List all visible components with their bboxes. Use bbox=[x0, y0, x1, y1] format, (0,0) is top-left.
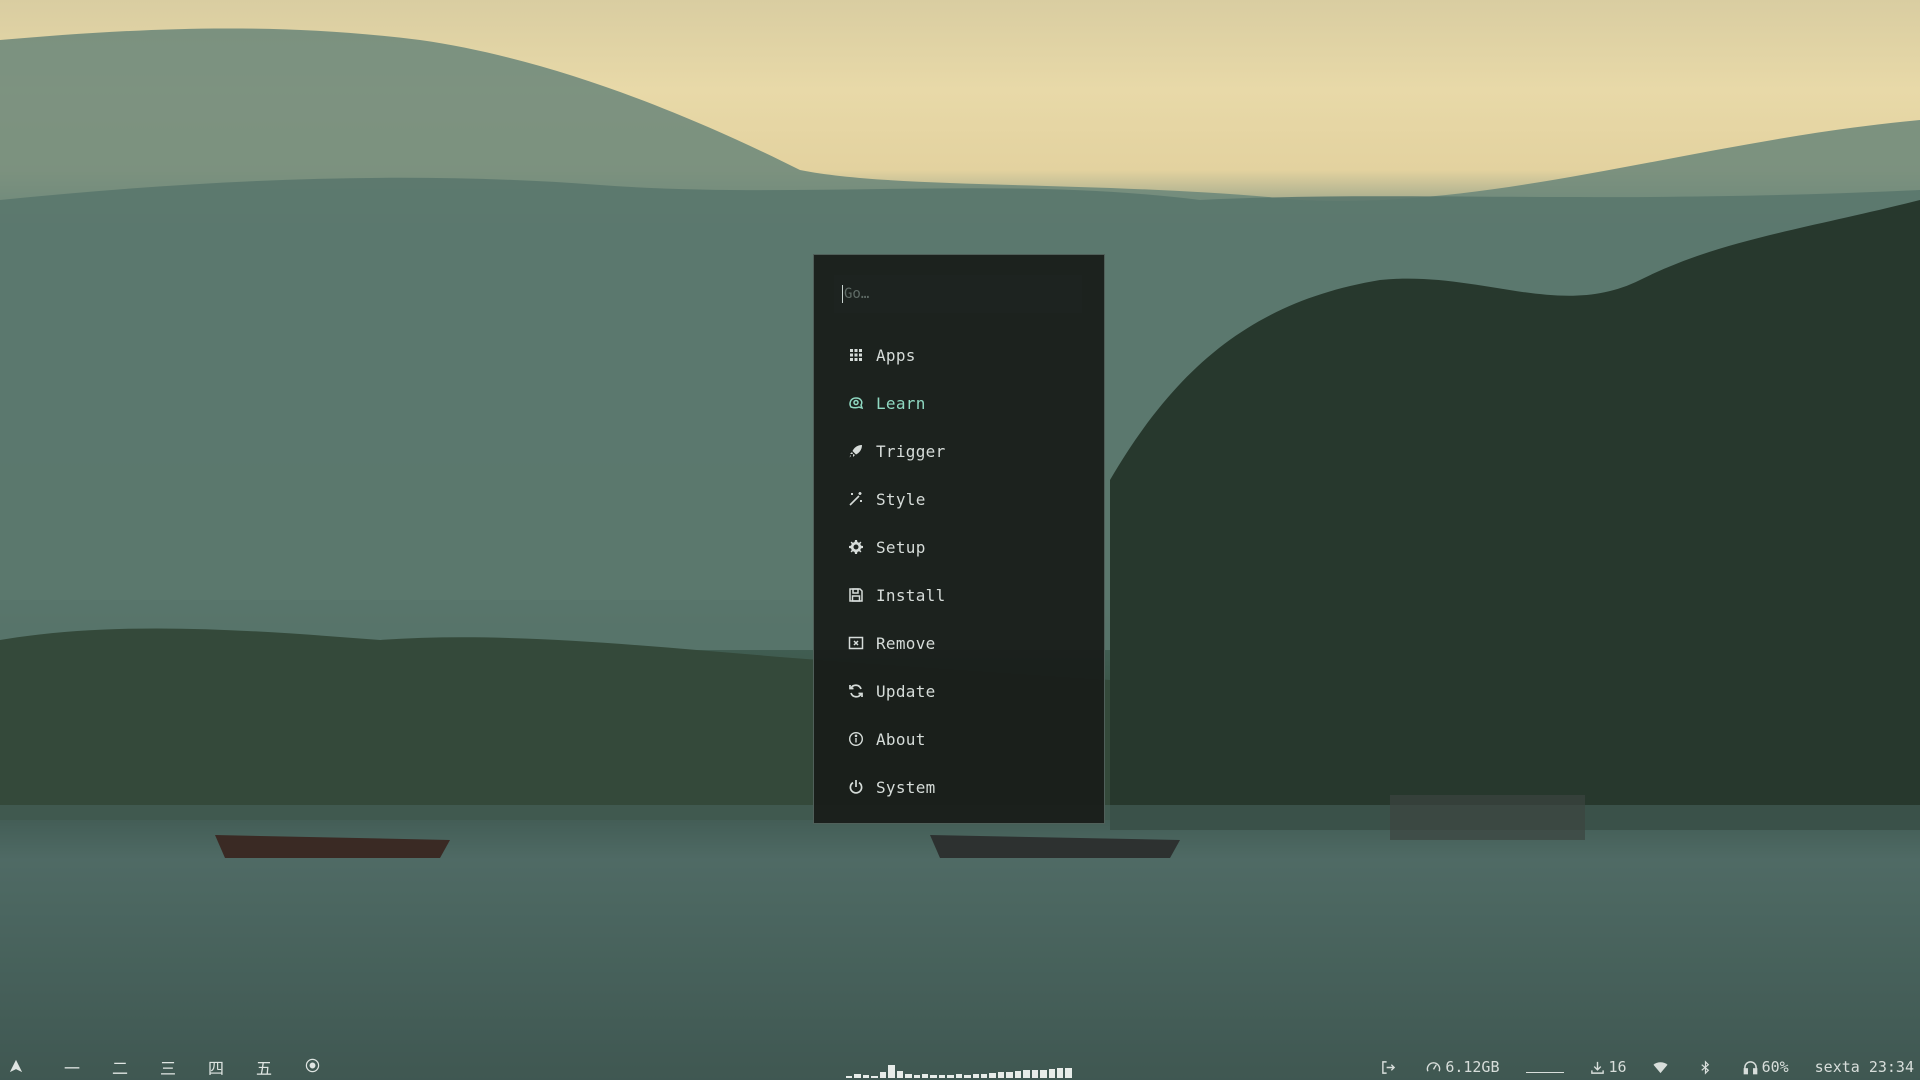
visualizer-bar bbox=[930, 1075, 937, 1078]
visualizer-bar bbox=[905, 1074, 912, 1078]
rocket-icon bbox=[847, 442, 865, 460]
menu-item-label: About bbox=[876, 729, 926, 749]
downloads-count: 16 bbox=[1608, 1058, 1627, 1076]
magic-wand-icon bbox=[847, 490, 865, 508]
visualizer-bar bbox=[854, 1074, 861, 1078]
menu-item-setup[interactable]: Setup bbox=[834, 523, 1084, 571]
grid-icon bbox=[847, 346, 865, 364]
visualizer-bar bbox=[846, 1076, 853, 1078]
search-box[interactable] bbox=[834, 275, 1082, 313]
workspace-5[interactable]: 五 bbox=[240, 1055, 288, 1079]
download-icon bbox=[1590, 1061, 1604, 1074]
menu-item-style[interactable]: Style bbox=[834, 475, 1084, 523]
clock[interactable]: sexta 23:34 bbox=[1815, 1058, 1914, 1076]
workspace-2[interactable]: 二 bbox=[96, 1055, 144, 1079]
menu-item-label: Remove bbox=[876, 633, 936, 653]
bluetooth-indicator[interactable] bbox=[1698, 1059, 1717, 1075]
menu-item-learn[interactable]: Learn bbox=[834, 379, 1084, 427]
refresh-icon bbox=[847, 682, 865, 700]
visualizer-bar bbox=[1056, 1068, 1064, 1078]
workspace-1[interactable]: 一 bbox=[48, 1055, 96, 1079]
remove-box-icon bbox=[847, 634, 865, 652]
audio-visualizer bbox=[846, 1064, 1072, 1078]
launcher-menu: Apps Learn Trigger Style Setup bbox=[813, 254, 1105, 824]
menu-item-label: Apps bbox=[876, 345, 916, 365]
visualizer-bar bbox=[896, 1071, 904, 1078]
visualizer-bar bbox=[989, 1073, 996, 1078]
workspace-3[interactable]: 三 bbox=[144, 1055, 192, 1079]
menu-item-remove[interactable]: Remove bbox=[834, 619, 1084, 667]
menu-item-install[interactable]: Install bbox=[834, 571, 1084, 619]
menu-item-label: System bbox=[876, 777, 936, 797]
menu-item-label: Learn bbox=[876, 393, 926, 413]
visualizer-bar bbox=[947, 1075, 954, 1078]
workspace-4[interactable]: 四 bbox=[192, 1055, 240, 1079]
visualizer-bar bbox=[1031, 1070, 1039, 1078]
wifi-indicator[interactable] bbox=[1653, 1060, 1672, 1075]
visualizer-bar bbox=[1014, 1071, 1022, 1078]
visualizer-bar bbox=[879, 1072, 887, 1078]
visualizer-bar bbox=[972, 1074, 979, 1078]
visualizer-bar bbox=[1048, 1069, 1055, 1078]
arch-logo-icon[interactable] bbox=[8, 1058, 24, 1077]
visualizer-bar bbox=[862, 1075, 870, 1078]
visualizer-bar bbox=[1040, 1070, 1047, 1078]
headphones-icon bbox=[1743, 1060, 1757, 1074]
power-icon bbox=[847, 778, 865, 796]
memory-value: 6.12GB bbox=[1445, 1058, 1500, 1076]
menu-item-system[interactable]: System bbox=[834, 763, 1084, 811]
menu-item-update[interactable]: Update bbox=[834, 667, 1084, 715]
record-icon[interactable] bbox=[288, 1058, 336, 1077]
visualizer-bar bbox=[921, 1074, 929, 1078]
visualizer-bar bbox=[981, 1074, 988, 1078]
empty-indicator-line bbox=[1525, 1071, 1564, 1073]
visualizer-bar bbox=[913, 1075, 920, 1078]
placeholder-indicator bbox=[1525, 1062, 1564, 1073]
wifi-icon bbox=[1653, 1061, 1668, 1073]
menu-item-label: Trigger bbox=[876, 441, 946, 461]
clock-datetime: sexta 23:34 bbox=[1814, 1058, 1914, 1076]
visualizer-bar bbox=[1023, 1070, 1030, 1078]
visualizer-bar bbox=[1065, 1068, 1072, 1078]
menu-item-apps[interactable]: Apps bbox=[834, 331, 1084, 379]
volume-value: 60% bbox=[1761, 1058, 1789, 1076]
logout-button[interactable] bbox=[1381, 1060, 1400, 1075]
visualizer-bar bbox=[871, 1076, 878, 1078]
gear-icon bbox=[847, 538, 865, 556]
visualizer-bar bbox=[1006, 1072, 1013, 1078]
workspace-switcher: 一 二 三 四 五 bbox=[8, 1054, 336, 1080]
menu-item-trigger[interactable]: Trigger bbox=[834, 427, 1084, 475]
save-icon bbox=[847, 586, 865, 604]
status-area: 6.12GB 16 60% sexta 23:34 bbox=[1355, 1054, 1914, 1080]
volume-indicator[interactable]: 60% bbox=[1743, 1058, 1789, 1076]
visualizer-bar bbox=[964, 1075, 971, 1078]
search-input[interactable] bbox=[844, 286, 1064, 302]
info-icon bbox=[847, 730, 865, 748]
menu-item-label: Update bbox=[876, 681, 936, 701]
menu-item-label: Setup bbox=[876, 537, 926, 557]
visualizer-bar bbox=[955, 1074, 963, 1078]
visualizer-bar bbox=[938, 1075, 946, 1078]
text-caret bbox=[842, 285, 843, 303]
taskbar: 一 二 三 四 五 6.12GB 16 60% sexta 23:34 bbox=[0, 1054, 1920, 1080]
brain-icon bbox=[847, 394, 865, 412]
logout-icon bbox=[1382, 1060, 1396, 1074]
gauge-icon bbox=[1427, 1061, 1441, 1072]
launcher-menu-list: Apps Learn Trigger Style Setup Install R… bbox=[834, 331, 1084, 811]
bluetooth-icon bbox=[1700, 1059, 1709, 1075]
menu-item-label: Install bbox=[876, 585, 946, 605]
menu-item-label: Style bbox=[876, 489, 926, 509]
downloads-indicator[interactable]: 16 bbox=[1590, 1058, 1627, 1076]
memory-indicator: 6.12GB bbox=[1426, 1058, 1500, 1076]
visualizer-bar bbox=[888, 1065, 895, 1078]
visualizer-bar bbox=[997, 1072, 1005, 1078]
menu-item-about[interactable]: About bbox=[834, 715, 1084, 763]
